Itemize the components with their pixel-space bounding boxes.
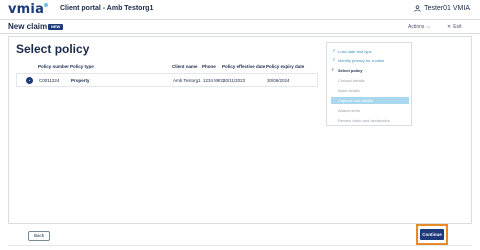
- logo-mark: [44, 3, 49, 7]
- col-expiry-date: Policy expiry date: [266, 64, 305, 69]
- policy-radio-selected[interactable]: [26, 77, 33, 84]
- user-menu[interactable]: Tester01 VMIA: [414, 5, 470, 12]
- client-name: Amb Testorg1: [173, 78, 201, 83]
- new-badge: NEW: [48, 24, 64, 30]
- check-icon: ✓: [332, 57, 337, 63]
- chevron-right-icon: ›: [332, 67, 334, 73]
- page-title: Select policy: [16, 42, 90, 56]
- step-capture-loss: Capture loss details: [331, 97, 409, 104]
- policy-table-header: Policy number Policy type Client name Ph…: [16, 61, 318, 71]
- expiry-date: 30/06/2024: [267, 78, 290, 83]
- actions-label: Actions: [408, 24, 425, 30]
- policy-number: C0011224: [39, 78, 60, 83]
- portal-title: Client portal - Amb Testorg1: [60, 5, 154, 12]
- exit-button[interactable]: ✕ Exit: [447, 24, 462, 30]
- step-label: Bank details: [338, 88, 360, 93]
- progress-steps: ✓ Loss date and type ✓ Identify privacy …: [326, 42, 412, 126]
- policy-type: Property: [71, 78, 90, 83]
- col-effective-date: Policy effective date: [222, 64, 266, 69]
- exit-label: Exit: [453, 24, 462, 30]
- step-contact-details: Contact details: [331, 77, 409, 84]
- top-bar: vmia Client portal - Amb Testorg1 Tester…: [0, 0, 480, 20]
- logo-text: vmia: [8, 2, 45, 17]
- chevron-down-icon: ⌵: [426, 24, 431, 30]
- step-label: Contact details: [338, 78, 365, 83]
- step-bank-details: Bank details: [331, 87, 409, 94]
- vmia-logo[interactable]: vmia: [8, 2, 49, 18]
- phone: 1234 8901: [203, 78, 225, 83]
- step-identify-privacy[interactable]: ✓ Identify privacy for a claim: [331, 57, 409, 64]
- close-icon: ✕: [447, 24, 452, 30]
- footer-divider: [8, 245, 472, 246]
- col-policy-type: Policy type: [70, 64, 94, 69]
- step-select-policy[interactable]: › Select policy: [331, 67, 409, 74]
- col-client-name: Client name: [172, 64, 198, 69]
- back-button[interactable]: Back: [28, 231, 50, 241]
- step-attachments: Attachments: [331, 107, 409, 114]
- step-label: Loss date and type: [338, 49, 372, 54]
- step-label: Select policy: [338, 68, 363, 73]
- user-name: Tester01 VMIA: [424, 5, 470, 12]
- step-label: Attachments: [338, 108, 361, 113]
- step-loss-date[interactable]: ✓ Loss date and type: [331, 48, 409, 55]
- col-policy-number: Policy number: [38, 64, 70, 69]
- continue-button[interactable]: Continue: [420, 229, 444, 240]
- user-icon: [414, 5, 421, 12]
- step-label: Identify privacy for a claim: [338, 58, 385, 63]
- step-review-claim: Review claim and declaration: [331, 117, 409, 124]
- check-icon: ✓: [332, 48, 337, 54]
- claim-title: New claim: [8, 22, 48, 31]
- col-phone: Phone: [202, 64, 216, 69]
- step-label: Capture loss details: [338, 98, 374, 103]
- table-row[interactable]: C0011224 Property Amb Testorg1 1234 8901…: [16, 73, 318, 87]
- claim-subheader: New claim NEW Actions ⌵ ✕ Exit: [0, 20, 480, 34]
- effective-date: 30/11/2023: [223, 78, 246, 83]
- step-label: Review claim and declaration: [338, 118, 391, 123]
- actions-dropdown[interactable]: Actions ⌵: [408, 24, 430, 30]
